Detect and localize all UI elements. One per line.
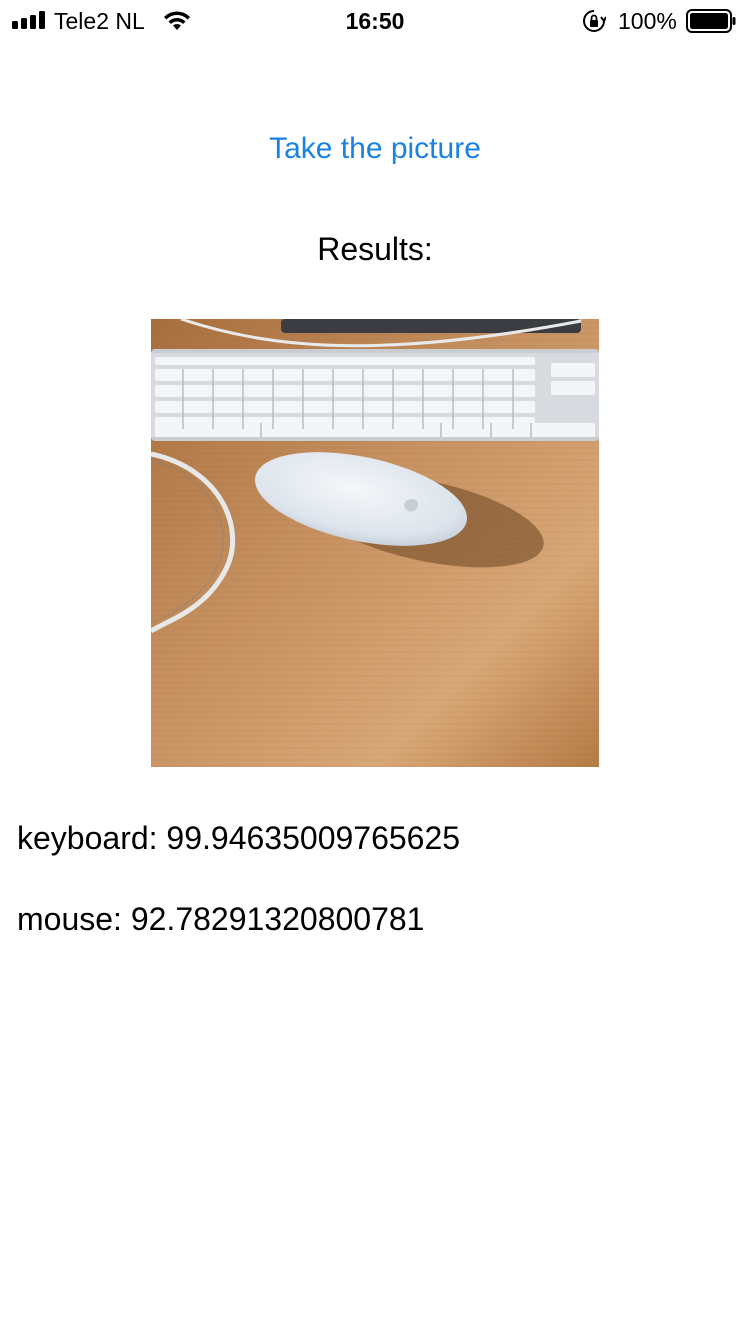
result-mouse: mouse: 92.78291320800781: [17, 901, 425, 937]
battery-percentage: 100%: [618, 8, 677, 34]
captured-photo: [151, 319, 599, 767]
results-heading: Results:: [317, 231, 433, 267]
photo-keyboard-mouse-image: [151, 319, 599, 767]
orientation-lock-icon: [583, 10, 606, 32]
result-keyboard: keyboard: 99.94635009765625: [17, 820, 461, 856]
take-picture-button[interactable]: Take the picture: [0, 130, 750, 168]
battery-icon: [686, 9, 736, 33]
status-bar: Tele2 NL 16:50 100%: [0, 0, 750, 40]
